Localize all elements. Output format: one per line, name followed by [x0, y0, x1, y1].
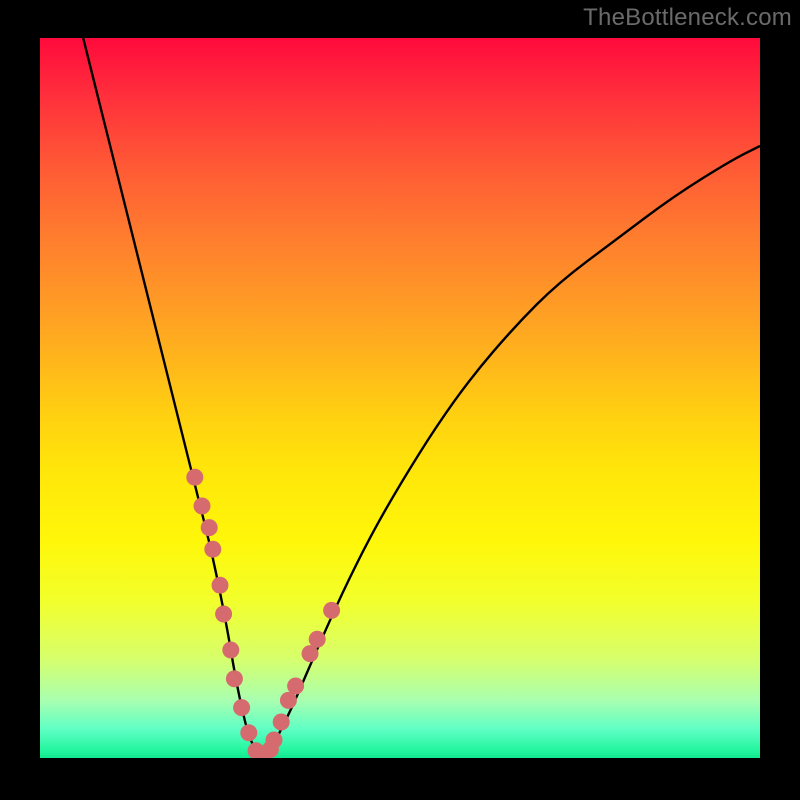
highlighted-point — [194, 498, 211, 515]
highlighted-point — [212, 577, 229, 594]
highlighted-point — [233, 699, 250, 716]
highlighted-point — [287, 678, 304, 695]
highlighted-point — [186, 469, 203, 486]
highlighted-point — [302, 645, 319, 662]
highlighted-point — [309, 631, 326, 648]
watermark-text: TheBottleneck.com — [583, 4, 792, 32]
chart-overlay — [40, 38, 760, 758]
highlighted-point — [280, 692, 297, 709]
highlighted-points-group — [186, 469, 340, 758]
bottleneck-curve — [83, 38, 760, 754]
highlighted-point — [323, 602, 340, 619]
highlighted-point — [201, 519, 218, 536]
highlighted-point — [273, 714, 290, 731]
highlighted-point — [226, 670, 243, 687]
highlighted-point — [204, 541, 221, 558]
chart-frame: TheBottleneck.com — [0, 0, 800, 800]
highlighted-point — [215, 606, 232, 623]
highlighted-point — [240, 724, 257, 741]
highlighted-point — [222, 642, 239, 659]
highlighted-point — [266, 732, 283, 749]
